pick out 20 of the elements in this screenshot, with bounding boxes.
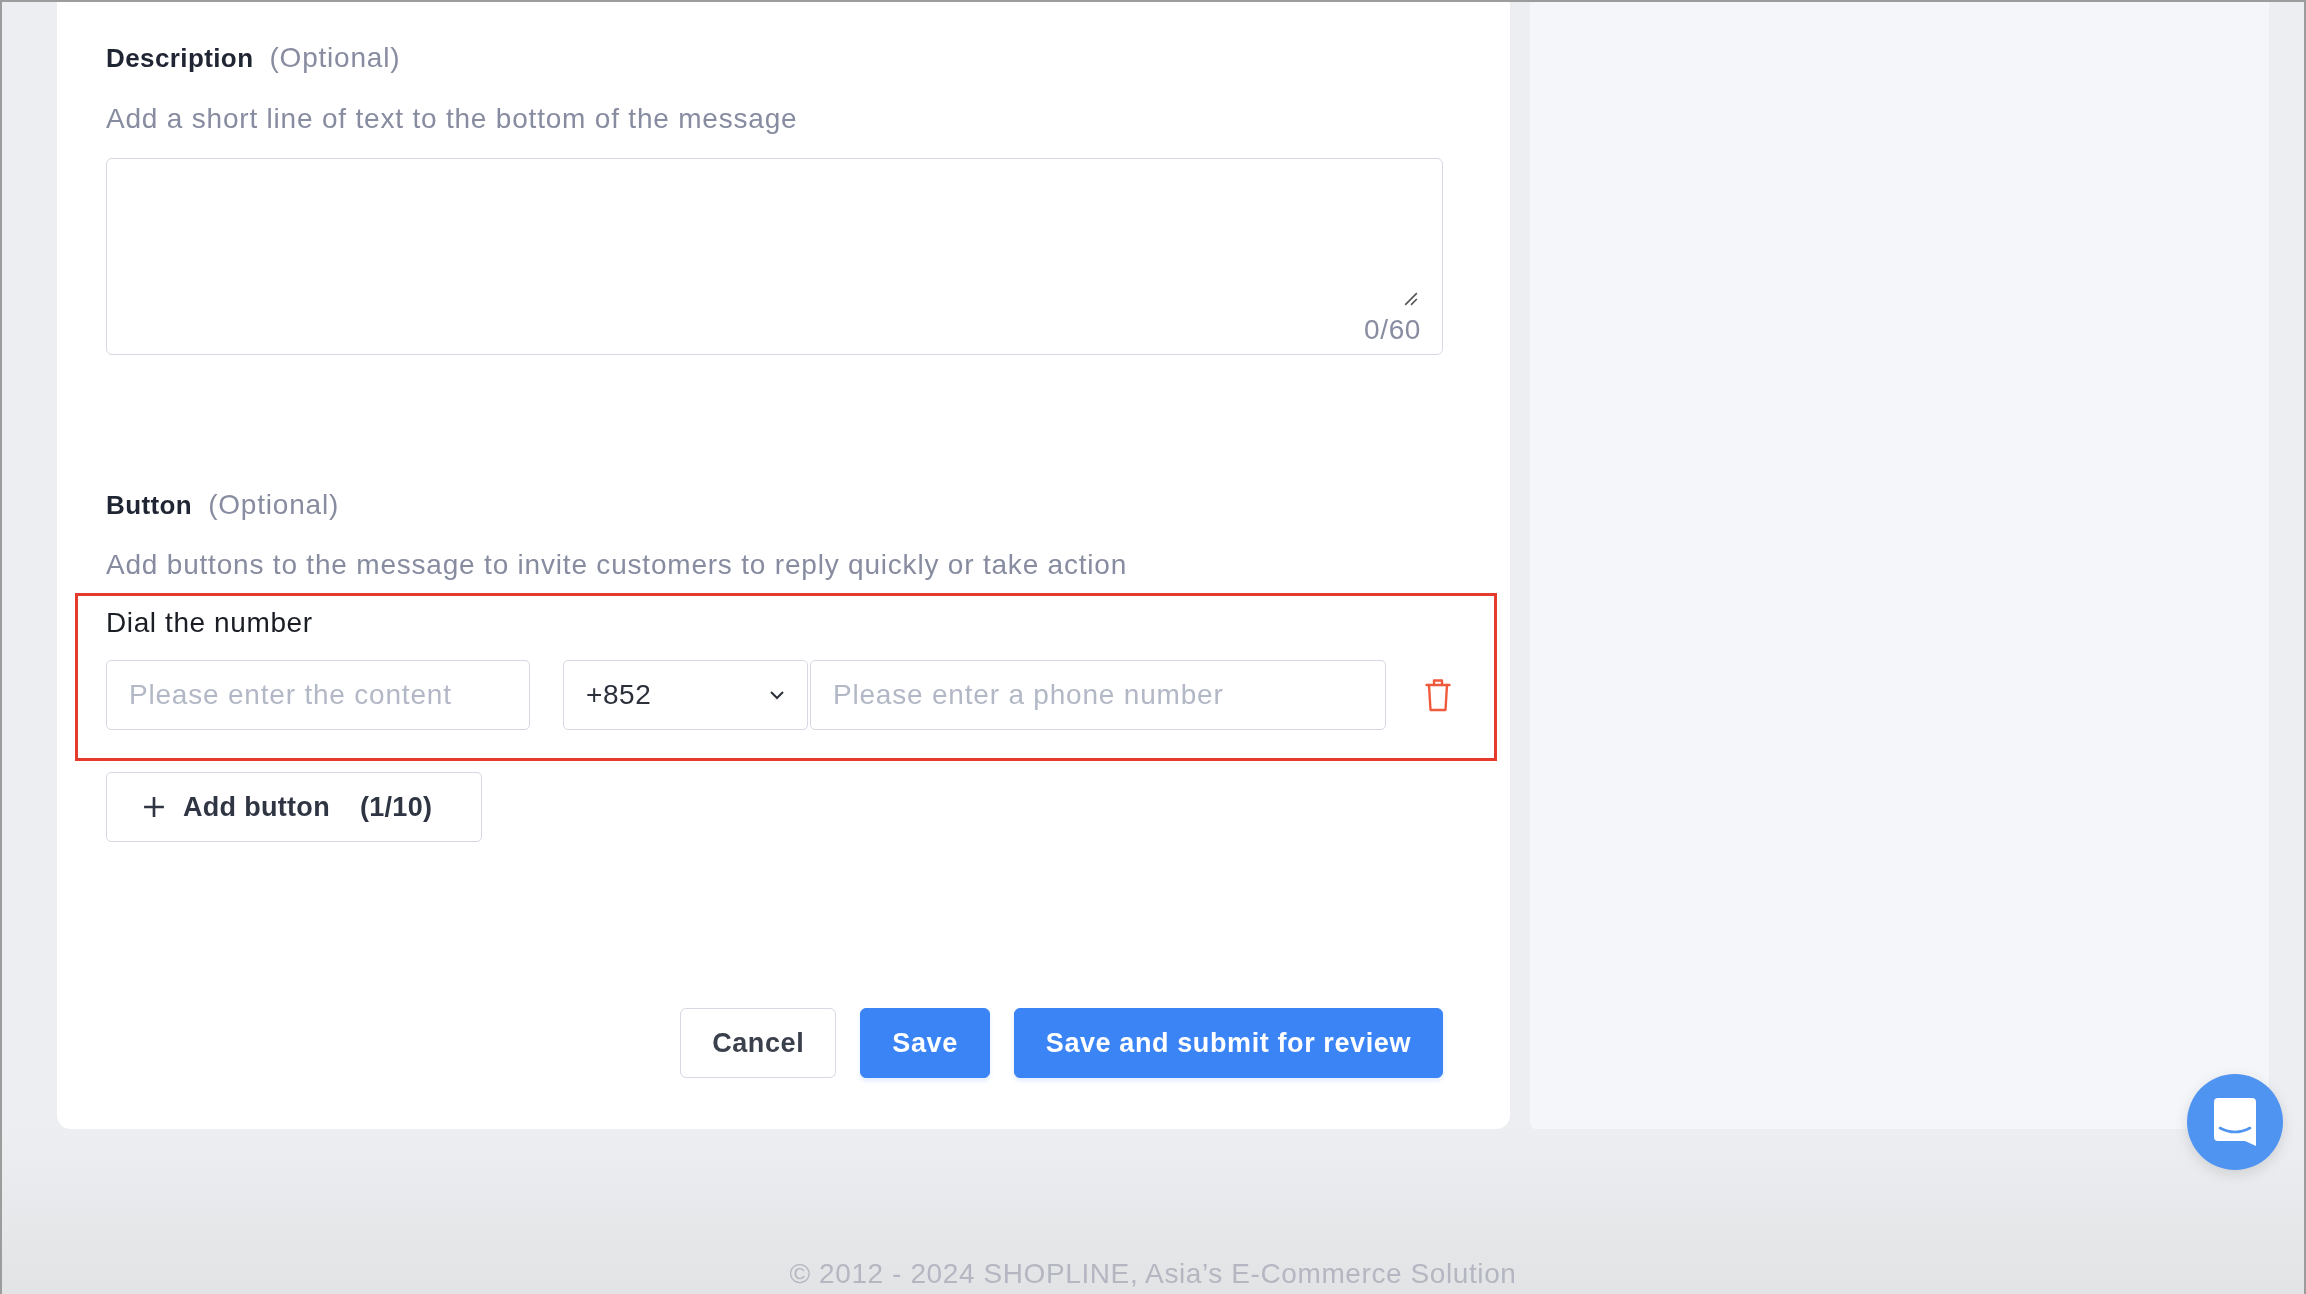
button-type-label: Dial the number — [106, 607, 314, 639]
phone-number-input[interactable]: Please enter a phone number — [810, 660, 1386, 730]
cancel-button[interactable]: Cancel — [680, 1008, 837, 1078]
optional-note: (Optional) — [208, 489, 340, 521]
character-counter: 0/60 — [1364, 314, 1421, 346]
primary-button[interactable]: Save and submit for review — [1013, 1008, 1443, 1078]
plus-icon — [143, 796, 165, 818]
section-label: Description — [106, 42, 254, 74]
primary-button[interactable]: Save — [860, 1008, 990, 1078]
content-input[interactable]: Please enter the content — [106, 660, 530, 730]
resize-handle-icon[interactable] — [1404, 292, 1418, 306]
caret-icon — [769, 690, 785, 700]
section-label: Button — [106, 489, 193, 521]
optional-note: (Optional) — [269, 42, 401, 74]
section-hint: Add buttons to the message to invite customers to reply quickly or take action — [106, 549, 1129, 581]
add-button[interactable]: Add button (1/10) — [106, 772, 482, 842]
chat-icon — [2214, 1098, 2256, 1146]
trash-icon[interactable] — [1425, 678, 1451, 712]
section-hint: Add a short line of text to the bottom of the message — [106, 103, 799, 135]
country-code-select[interactable]: +852 — [563, 660, 808, 730]
